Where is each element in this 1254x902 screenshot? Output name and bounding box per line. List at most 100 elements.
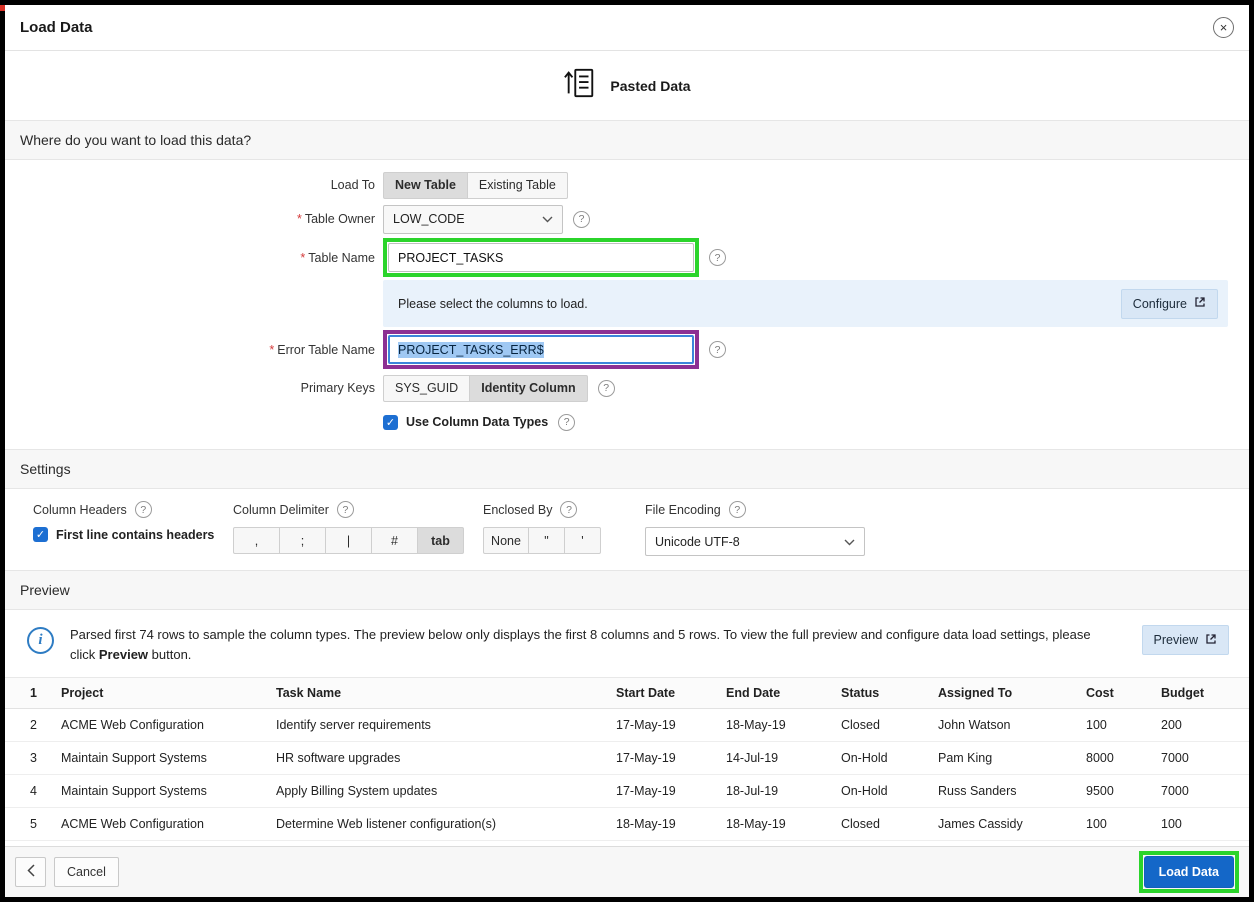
file-encoding-help-icon[interactable]: ? <box>729 501 746 518</box>
use-column-data-types-label: Use Column Data Types <box>406 415 548 429</box>
table-cell: On-Hold <box>831 775 928 808</box>
table-cell: 100 <box>1076 709 1151 742</box>
configure-button[interactable]: Configure <box>1121 289 1218 319</box>
settings-panel: Column Headers ? ✓ First line contains h… <box>5 489 1249 570</box>
table-owner-select[interactable]: LOW_CODE <box>383 205 563 234</box>
preview-note: i Parsed first 74 rows to sample the col… <box>5 610 1249 677</box>
load-to-option-existing-table[interactable]: Existing Table <box>467 172 568 199</box>
column-headers-group: Column Headers ? ✓ First line contains h… <box>33 501 233 556</box>
table-cell: Determine Web listener configuration(s) <box>266 808 606 841</box>
use-column-data-types-checkbox[interactable]: ✓ <box>383 415 398 430</box>
back-button[interactable] <box>15 857 46 887</box>
chevron-left-icon <box>27 864 35 880</box>
delimiter-option-tab[interactable]: tab <box>417 527 464 554</box>
table-cell: Closed <box>831 709 928 742</box>
enclosed-by-option-none[interactable]: None <box>483 527 529 554</box>
table-header-cell: Status <box>831 678 928 709</box>
table-name-help-icon[interactable]: ? <box>709 249 726 266</box>
column-delimiter-help-icon[interactable]: ? <box>337 501 354 518</box>
table-cell: James Cassidy <box>928 808 1076 841</box>
enclosed-by-help-icon[interactable]: ? <box>560 501 577 518</box>
primary-keys-option-identity-column[interactable]: Identity Column <box>469 375 587 402</box>
check-icon: ✓ <box>386 416 395 429</box>
required-asterisk: * <box>300 251 305 265</box>
preview-table: 1 Project Task Name Start Date End Date … <box>5 677 1249 841</box>
file-encoding-label: File Encoding <box>645 503 721 517</box>
table-cell: 100 <box>1076 808 1151 841</box>
file-encoding-select[interactable]: Unicode UTF-8 <box>645 527 865 556</box>
column-headers-label: Column Headers <box>33 503 127 517</box>
table-cell: 17-May-19 <box>606 709 716 742</box>
column-delimiter-group: Column Delimiter ? , ; | # tab <box>233 501 483 556</box>
table-cell: Russ Sanders <box>928 775 1076 808</box>
table-owner-help-icon[interactable]: ? <box>573 211 590 228</box>
primary-keys-option-sys-guid[interactable]: SYS_GUID <box>383 375 470 402</box>
error-table-name-input[interactable]: PROJECT_TASKS_ERR$ <box>388 335 694 364</box>
info-icon: i <box>27 627 54 654</box>
pasted-data-label: Pasted Data <box>610 78 690 94</box>
table-header-cell: Task Name <box>266 678 606 709</box>
load-to-label: Load To <box>5 178 375 192</box>
error-table-name-label: *Error Table Name <box>5 343 375 357</box>
chevron-down-icon <box>844 535 855 549</box>
annotation-green-load-data: Load Data <box>1139 851 1239 893</box>
table-row: 5 ACME Web Configuration Determine Web l… <box>5 808 1249 841</box>
preview-button[interactable]: Preview <box>1142 625 1229 655</box>
enclosed-by-option-double-quote[interactable]: " <box>528 527 565 554</box>
table-cell: 18-May-19 <box>716 709 831 742</box>
close-button[interactable]: × <box>1213 17 1234 38</box>
table-row: 4 Maintain Support Systems Apply Billing… <box>5 775 1249 808</box>
load-to-toggle: New Table Existing Table <box>383 172 568 199</box>
column-delimiter-label: Column Delimiter <box>233 503 329 517</box>
first-line-headers-label: First line contains headers <box>56 528 214 542</box>
dialog-title: Load Data <box>20 19 93 36</box>
load-data-dialog: Load Data × Pasted Data Where do you wan… <box>5 5 1249 897</box>
table-cell: 5 <box>5 808 51 841</box>
table-name-input[interactable] <box>388 243 694 272</box>
table-owner-row: *Table Owner LOW_CODE ? <box>5 204 1249 234</box>
enclosed-by-group: Enclosed By ? None " ' <box>483 501 645 556</box>
dialog-footer: Cancel Load Data <box>5 846 1249 897</box>
table-cell: HR software upgrades <box>266 742 606 775</box>
column-headers-help-icon[interactable]: ? <box>135 501 152 518</box>
table-cell: 14-Jul-19 <box>716 742 831 775</box>
delimiter-option-comma[interactable]: , <box>233 527 280 554</box>
table-cell: On-Hold <box>831 742 928 775</box>
chevron-down-icon <box>542 212 553 226</box>
table-owner-label: *Table Owner <box>5 212 375 226</box>
table-cell: John Watson <box>928 709 1076 742</box>
column-delimiter-toggle: , ; | # tab <box>233 527 464 554</box>
table-cell: Identify server requirements <box>266 709 606 742</box>
primary-keys-help-icon[interactable]: ? <box>598 380 615 397</box>
table-name-label: *Table Name <box>5 251 375 265</box>
delimiter-option-semicolon[interactable]: ; <box>279 527 326 554</box>
delimiter-option-hash[interactable]: # <box>371 527 418 554</box>
table-header-cell: 1 <box>5 678 51 709</box>
table-cell: 9500 <box>1076 775 1151 808</box>
table-cell: 100 <box>1151 808 1249 841</box>
table-cell: ACME Web Configuration <box>51 709 266 742</box>
table-cell: ACME Web Configuration <box>51 808 266 841</box>
required-asterisk: * <box>297 212 302 226</box>
preview-table-container: 1 Project Task Name Start Date End Date … <box>5 677 1249 846</box>
cancel-button[interactable]: Cancel <box>54 857 119 887</box>
screen: Load Data × Pasted Data Where do you wan… <box>0 0 1254 902</box>
delimiter-option-pipe[interactable]: | <box>325 527 372 554</box>
enclosed-by-option-single-quote[interactable]: ' <box>564 527 601 554</box>
dialog-header: Load Data × <box>5 5 1249 51</box>
primary-keys-row: Primary Keys SYS_GUID Identity Column ? <box>5 373 1249 403</box>
load-data-button[interactable]: Load Data <box>1144 856 1234 888</box>
table-cell: 2 <box>5 709 51 742</box>
first-line-headers-checkbox[interactable]: ✓ <box>33 527 48 542</box>
load-to-option-new-table[interactable]: New Table <box>383 172 468 199</box>
table-cell: 18-Jul-19 <box>716 775 831 808</box>
enclosed-by-label-row: Enclosed By ? <box>483 501 645 518</box>
required-asterisk: * <box>269 343 274 357</box>
columns-info-text: Please select the columns to load. <box>398 297 588 311</box>
table-cell: 4 <box>5 775 51 808</box>
error-table-name-help-icon[interactable]: ? <box>709 341 726 358</box>
use-column-data-types-help-icon[interactable]: ? <box>558 414 575 431</box>
table-cell: Apply Billing System updates <box>266 775 606 808</box>
table-cell: 7000 <box>1151 775 1249 808</box>
table-cell: 17-May-19 <box>606 742 716 775</box>
